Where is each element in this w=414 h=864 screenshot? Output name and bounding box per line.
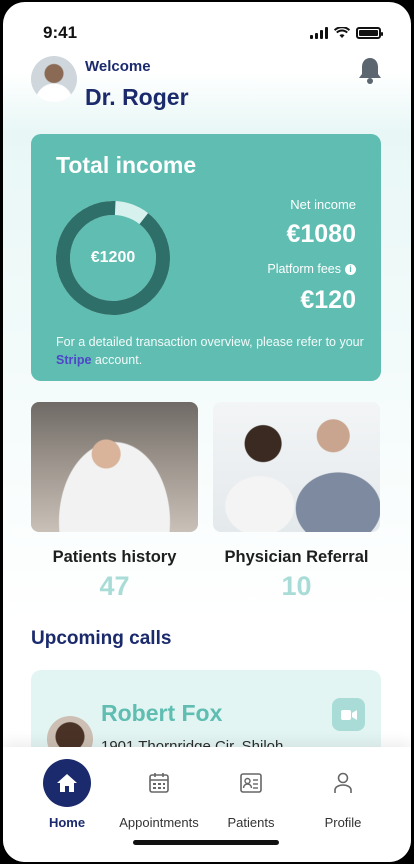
stripe-note: For a detailed transaction overview, ple…: [56, 333, 376, 369]
nav-patients[interactable]: Patients: [201, 759, 301, 830]
calendar-icon-wrap: [135, 759, 183, 807]
wifi-icon: [334, 27, 350, 38]
status-icons: [310, 27, 383, 39]
patient-card-icon: [240, 773, 262, 793]
nav-label: Patients: [227, 815, 275, 830]
tile-count: 47: [99, 571, 130, 601]
tile-label: Patients history: [52, 548, 177, 566]
note-text-end: account.: [91, 353, 143, 367]
tile-count: 10: [281, 571, 312, 601]
nav-label: Profile: [324, 815, 362, 830]
total-income-value: €1200: [90, 249, 136, 266]
doctor-avatar[interactable]: [31, 56, 77, 102]
platform-fees-label: Platform fees: [267, 262, 341, 276]
net-income-value: €1080: [286, 220, 356, 248]
platform-fees-value: €120: [300, 286, 356, 314]
welcome-text: Welcome: [85, 58, 151, 75]
nav-profile[interactable]: Profile: [293, 759, 393, 830]
physician-referral-photo: [213, 402, 380, 532]
patient-card-icon-wrap: [227, 759, 275, 807]
platform-fees-row: Platform fees i: [267, 262, 356, 276]
patients-history-photo: [31, 402, 198, 532]
note-text: For a detailed transaction overview, ple…: [56, 335, 364, 349]
doctor-name: Dr. Roger: [85, 84, 189, 110]
status-time: 9:41: [43, 23, 78, 42]
nav-home[interactable]: Home: [17, 759, 117, 830]
patients-history-tile[interactable]: Patients history 47: [31, 402, 198, 602]
income-card: Total income €1200 Net income €1080 Plat…: [31, 134, 381, 381]
upcoming-calls-title: Upcoming calls: [31, 628, 172, 649]
stripe-link[interactable]: Stripe: [56, 353, 91, 367]
signal-icon: [310, 27, 328, 39]
income-title: Total income: [56, 152, 197, 178]
net-income-label: Net income: [290, 197, 356, 212]
person-icon: [334, 772, 352, 793]
app-screen: 9:41 Welcome Dr. Roger Total income €120…: [3, 2, 411, 862]
person-icon-wrap: [319, 759, 367, 807]
nav-label: Home: [48, 815, 86, 830]
nav-label: Appointments: [119, 815, 199, 830]
status-bar: 9:41: [3, 2, 411, 52]
patient-name: Robert Fox: [101, 700, 223, 726]
video-camera-icon: [340, 709, 357, 720]
info-icon[interactable]: i: [345, 263, 356, 275]
battery-icon: [356, 27, 383, 39]
home-icon: [57, 774, 77, 792]
home-indicator: [133, 840, 279, 845]
home-icon-wrap: [43, 759, 91, 807]
tile-label: Physician Referral: [224, 548, 369, 566]
calendar-icon: [149, 773, 169, 793]
physician-referral-tile[interactable]: Physician Referral 10: [213, 402, 380, 602]
bell-icon[interactable]: [357, 56, 383, 84]
nav-appointments[interactable]: Appointments: [109, 759, 209, 830]
video-call-button[interactable]: [332, 698, 365, 731]
